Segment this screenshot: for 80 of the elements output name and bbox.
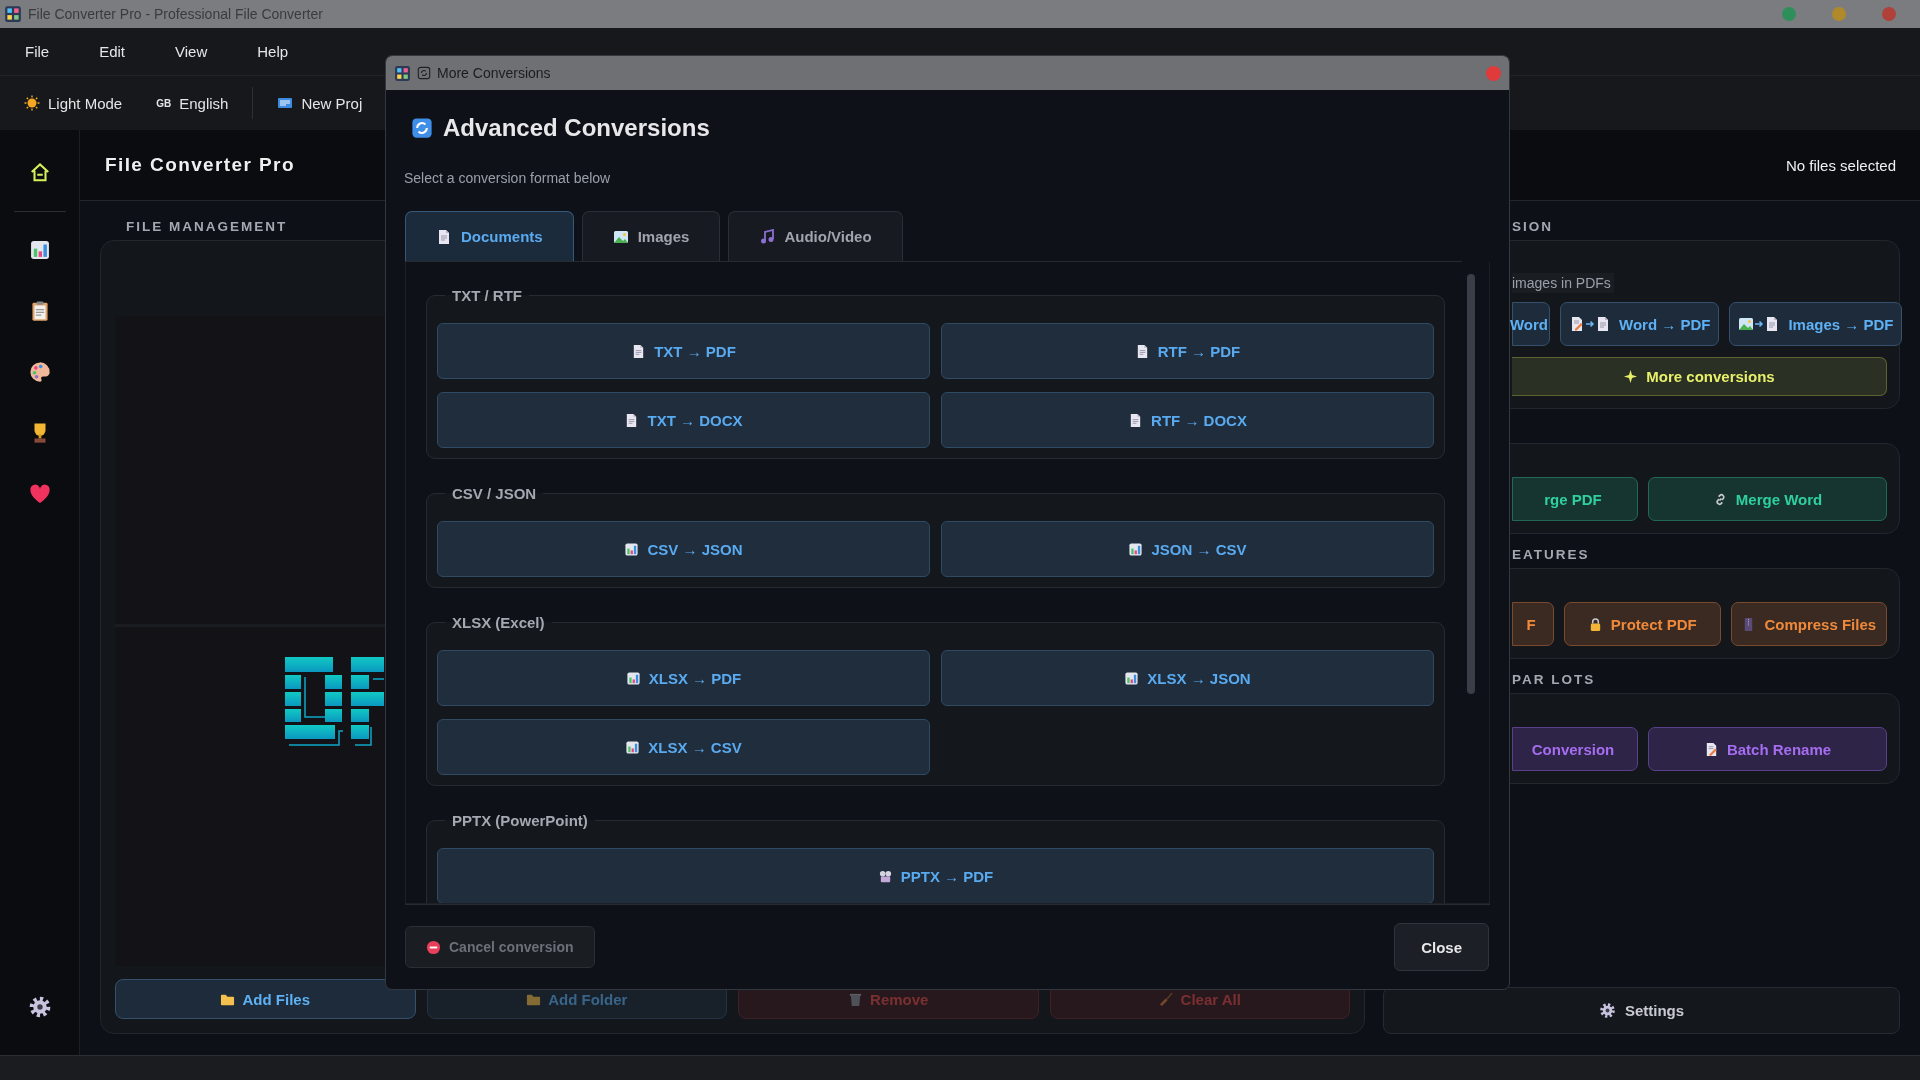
tab[interactable]: Images <box>581 211 721 261</box>
feature-button[interactable]: rge PDF <box>1512 477 1638 521</box>
feature-button[interactable]: Merge Word <box>1648 477 1887 521</box>
film-projector-icon <box>877 868 893 884</box>
close-dot[interactable] <box>1882 7 1896 21</box>
more-conversions-button[interactable]: More conversions <box>1512 357 1887 396</box>
section-title: PAR LOTS <box>1512 672 1596 687</box>
feature-button[interactable]: Images → PDF <box>1729 302 1903 346</box>
format-button[interactable]: JSON → CSV <box>941 521 1434 577</box>
toolbar-button[interactable]: New Proj <box>267 90 373 116</box>
section-title: SION <box>1512 219 1553 234</box>
dialog-heading: Advanced Conversions <box>443 114 710 142</box>
group-title: PPTX (PowerPoint) <box>451 812 589 829</box>
settings-button[interactable]: Settings <box>1383 987 1900 1034</box>
section-description: images in PDFs <box>1512 273 1614 293</box>
chart-icon <box>625 739 641 755</box>
chart-icon <box>624 541 640 557</box>
group-title: TXT / RTF <box>451 287 523 304</box>
chart-icon <box>1128 541 1144 557</box>
tab[interactable]: Documents <box>405 211 574 261</box>
chart-icon <box>1124 670 1140 686</box>
chart-icon <box>28 239 51 261</box>
app-title: File Converter Pro <box>105 154 295 176</box>
scrollbar[interactable] <box>1467 274 1475 694</box>
palette-icon <box>28 361 51 383</box>
format-button[interactable]: TXT → PDF <box>437 323 930 379</box>
feature-button[interactable]: Protect PDF <box>1564 602 1721 646</box>
settings-icon <box>27 995 52 1019</box>
window-title: File Converter Pro - Professional File Converter <box>28 6 323 22</box>
close-dot[interactable] <box>1486 65 1501 81</box>
feature-button[interactable]: Word <box>1512 302 1550 346</box>
format-button[interactable]: RTF → PDF <box>941 323 1434 379</box>
heart-icon <box>28 483 51 505</box>
image-icon <box>612 228 629 245</box>
minimize-dot[interactable] <box>1832 7 1846 21</box>
file-action-button[interactable]: Add Files <box>115 979 416 1019</box>
format-button[interactable]: RTF → DOCX <box>941 392 1434 448</box>
dialog-subtitle: Select a conversion format below <box>404 170 612 186</box>
section-title: FILE MANAGEMENT <box>126 219 288 234</box>
tab[interactable]: Audio/Video <box>728 211 903 261</box>
group-title: CSV / JSON <box>451 485 538 502</box>
broom-icon <box>1158 991 1174 1007</box>
menu-item[interactable]: Edit <box>82 43 143 60</box>
app-icon <box>394 64 411 82</box>
feature-button[interactable]: Batch Rename <box>1648 727 1887 771</box>
dialog-title: More Conversions <box>437 65 551 81</box>
feature-button[interactable]: Word → PDF <box>1560 302 1720 346</box>
music-note-icon <box>759 228 776 245</box>
format-button[interactable]: TXT → DOCX <box>437 392 930 448</box>
toolbar-button[interactable]: Light Mode <box>14 90 133 116</box>
menu-item[interactable]: File <box>8 43 67 60</box>
format-button[interactable]: CSV → JSON <box>437 521 930 577</box>
feature-button[interactable]: Compress Files <box>1730 602 1887 646</box>
app-icon <box>4 5 22 23</box>
selection-status: No files selected <box>1785 156 1896 174</box>
chart-icon <box>625 670 641 686</box>
close-button[interactable]: Close <box>1394 923 1489 971</box>
conversion-icon <box>1569 316 1611 332</box>
format-button[interactable]: XLSX → PDF <box>437 650 930 706</box>
feature-button[interactable]: Conversion <box>1512 727 1638 771</box>
sparkle-icon <box>1623 369 1639 384</box>
sun-icon <box>24 95 40 111</box>
newspaper-icon <box>277 95 294 111</box>
settings-icon <box>1598 1002 1616 1019</box>
home-icon <box>28 161 51 183</box>
menu-item[interactable]: Help <box>240 43 306 60</box>
refresh-icon <box>411 117 433 139</box>
trash-icon <box>848 991 864 1007</box>
refresh-icon <box>417 66 431 80</box>
document-icon <box>436 228 452 245</box>
toolbar-button[interactable]: GB English <box>146 90 239 116</box>
format-button[interactable]: XLSX → CSV <box>437 719 930 775</box>
maximize-dot[interactable] <box>1782 7 1796 21</box>
format-button[interactable]: XLSX → JSON <box>941 650 1434 706</box>
format-button[interactable]: PPTX → PDF <box>437 848 1434 903</box>
section-title: EATURES <box>1512 547 1590 562</box>
menu-item[interactable]: View <box>158 43 225 60</box>
group-title: XLSX (Excel) <box>451 614 546 631</box>
feature-button[interactable]: F <box>1512 602 1554 646</box>
stop-icon <box>426 939 441 955</box>
